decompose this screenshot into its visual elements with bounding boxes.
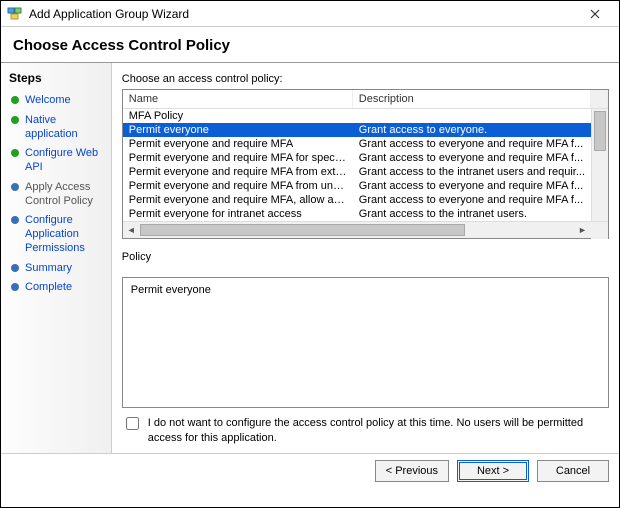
step-item[interactable]: Configure Application Permissions <box>1 211 111 258</box>
next-button[interactable]: Next > <box>457 460 529 482</box>
policy-row-name: Permit everyone <box>123 124 353 136</box>
wizard-body: Steps Welcome Native application Configure… <box>1 63 619 453</box>
policy-list[interactable]: Name Description MFA PolicyPermit everyo… <box>122 89 609 239</box>
step-item[interactable]: Welcome <box>1 91 111 111</box>
step-bullet-icon <box>11 216 19 224</box>
step-item[interactable]: Complete <box>1 278 111 298</box>
step-item[interactable]: Apply Access Control Policy <box>1 178 111 212</box>
policy-row-name: Permit everyone and require MFA <box>123 138 353 150</box>
step-item[interactable]: Configure Web API <box>1 144 111 178</box>
main-panel: Choose an access control policy: Name De… <box>112 63 619 453</box>
horizontal-scrollbar[interactable]: ◄ ► <box>123 221 608 238</box>
skip-policy-checkbox[interactable] <box>126 417 139 430</box>
step-label: Configure Application Permissions <box>25 214 103 255</box>
policy-row-name: Permit everyone for intranet access <box>123 208 353 220</box>
policy-row-name: Permit everyone and require MFA from una… <box>123 180 353 192</box>
step-bullet-icon <box>11 149 19 157</box>
policy-row[interactable]: Permit everyoneGrant access to everyone. <box>123 123 591 137</box>
policy-row-name: Permit everyone and require MFA from ext… <box>123 166 353 178</box>
step-bullet-icon <box>11 116 19 124</box>
step-bullet-icon <box>11 283 19 291</box>
step-item[interactable]: Native application <box>1 111 111 145</box>
step-bullet-icon <box>11 96 19 104</box>
window-title: Add Application Group Wizard <box>29 7 577 21</box>
policy-preview: Permit everyone <box>122 277 609 408</box>
app-icon <box>7 6 23 22</box>
steps-heading: Steps <box>1 69 111 91</box>
previous-button[interactable]: < Previous <box>375 460 449 482</box>
policy-row-name: Permit everyone and require MFA for spec… <box>123 152 353 164</box>
cancel-button[interactable]: Cancel <box>537 460 609 482</box>
wizard-footer: < Previous Next > Cancel <box>1 453 619 488</box>
policy-row-description: Grant access to everyone and require MFA… <box>353 152 591 164</box>
vscroll-header-spacer <box>591 90 608 108</box>
hscroll-left-arrow[interactable]: ◄ <box>123 222 140 239</box>
step-label: Native application <box>25 114 103 142</box>
hscroll-right-arrow[interactable]: ► <box>574 222 591 239</box>
policy-label: Policy <box>122 251 609 263</box>
policy-row-description: Grant access to everyone and require MFA… <box>353 194 591 206</box>
horizontal-scroll-thumb[interactable] <box>140 224 466 236</box>
step-label: Configure Web API <box>25 147 103 175</box>
column-name[interactable]: Name <box>123 90 353 108</box>
column-description[interactable]: Description <box>353 90 591 108</box>
policy-row-name: Permit everyone and require MFA, allow a… <box>123 194 353 206</box>
policy-row-name: MFA Policy <box>123 110 353 122</box>
close-button[interactable] <box>577 2 613 26</box>
policy-preview-text: Permit everyone <box>131 284 211 296</box>
policy-row-description: Grant access to everyone and require MFA… <box>353 180 591 192</box>
step-label: Apply Access Control Policy <box>25 181 103 209</box>
steps-sidebar: Steps Welcome Native application Configure… <box>1 63 112 453</box>
step-bullet-icon <box>11 183 19 191</box>
skip-policy-row: I do not want to configure the access co… <box>122 416 609 445</box>
policy-row-description <box>353 110 591 122</box>
step-bullet-icon <box>11 264 19 272</box>
policy-row[interactable]: Permit everyone and require MFA, allow a… <box>123 193 591 207</box>
vertical-scroll-thumb[interactable] <box>594 111 606 151</box>
step-label: Summary <box>25 262 72 276</box>
policy-row-description: Grant access to everyone and require MFA… <box>353 138 591 150</box>
step-label: Welcome <box>25 94 71 108</box>
policy-row[interactable]: Permit everyone and require MFA from ext… <box>123 165 591 179</box>
page-title: Choose Access Control Policy <box>13 37 607 54</box>
choose-policy-label: Choose an access control policy: <box>122 73 609 85</box>
policy-row[interactable]: Permit everyone and require MFA for spec… <box>123 151 591 165</box>
policy-row[interactable]: Permit everyone and require MFA from una… <box>123 179 591 193</box>
vertical-scrollbar[interactable] <box>591 109 608 221</box>
policy-row-description: Grant access to the intranet users and r… <box>353 166 591 178</box>
policy-row[interactable]: MFA Policy <box>123 109 591 123</box>
wizard-header: Choose Access Control Policy <box>1 27 619 63</box>
step-label: Complete <box>25 281 72 295</box>
step-item[interactable]: Summary <box>1 259 111 279</box>
policy-row-description: Grant access to the intranet users. <box>353 208 591 220</box>
policy-row[interactable]: Permit everyone and require MFAGrant acc… <box>123 137 591 151</box>
title-bar: Add Application Group Wizard <box>1 1 619 27</box>
policy-list-header: Name Description <box>123 90 608 109</box>
skip-policy-label[interactable]: I do not want to configure the access co… <box>148 416 609 445</box>
policy-row-description: Grant access to everyone. <box>353 124 591 136</box>
scroll-corner <box>591 222 608 239</box>
policy-row[interactable]: Permit everyone for intranet accessGrant… <box>123 207 591 221</box>
